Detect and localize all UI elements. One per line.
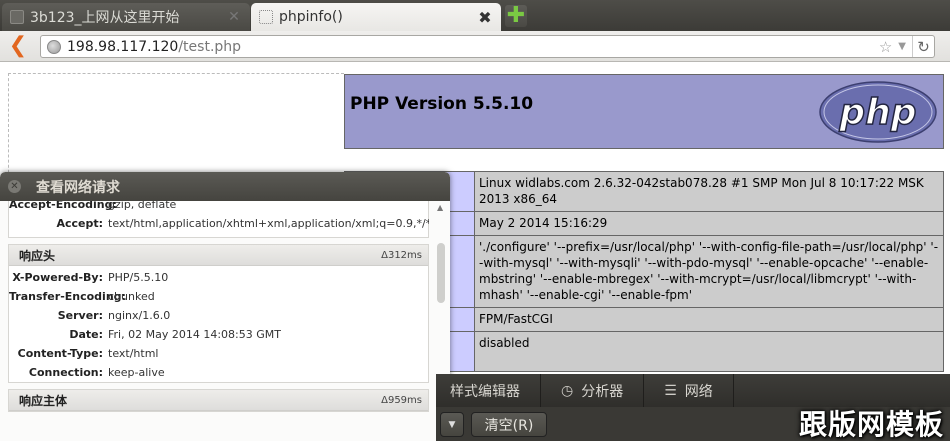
- bookmark-star-icon[interactable]: ☆: [879, 38, 892, 56]
- tab-3b123[interactable]: 3b123_上网从这里开始 ✕: [2, 3, 250, 31]
- response-body-section: 响应主体 Δ959ms: [8, 389, 429, 412]
- header-value: nginx/1.6.0: [108, 309, 171, 322]
- clock-icon: ◷: [561, 382, 574, 399]
- filter-dropdown-button[interactable]: ▼: [440, 412, 464, 437]
- tab-title: 3b123_上网从这里开始: [30, 10, 180, 26]
- row-value: May 2 2014 15:16:29: [474, 211, 944, 236]
- php-header: PHP Version 5.5.10 php: [344, 74, 944, 149]
- tab-label: 样式编辑器: [450, 383, 520, 400]
- header-row: X-Powered-By: PHP/5.5.10: [9, 268, 428, 287]
- selection-outline: [8, 73, 344, 183]
- tab-label: 分析器: [581, 383, 624, 400]
- header-row: Accept: text/html,application/xhtml+xml,…: [9, 214, 429, 233]
- close-icon[interactable]: ✖: [477, 8, 493, 27]
- tab-label: 网络: [684, 383, 713, 400]
- header-value: PHP/5.5.10: [108, 271, 169, 284]
- section-header[interactable]: 响应主体 Δ959ms: [9, 390, 428, 411]
- close-icon[interactable]: ✕: [226, 9, 242, 25]
- tab-style-editor[interactable]: 样式编辑器: [436, 374, 541, 407]
- section-title: 响应主体: [19, 393, 68, 408]
- tab-title: phpinfo(): [279, 9, 343, 25]
- panel-titlebar: ✕ 查看网络请求: [0, 172, 450, 201]
- reload-icon[interactable]: ↻: [912, 36, 934, 57]
- header-value: gzip, deflate: [108, 201, 177, 211]
- panel-body: Accept-Encoding: gzip, deflate Accept: t…: [8, 201, 429, 441]
- network-request-panel: ✕ 查看网络请求 Accept-Encoding: gzip, deflate …: [0, 172, 450, 441]
- php-logo-text: php: [838, 92, 916, 133]
- row-value: './configure' '--prefix=/usr/local/php' …: [474, 235, 944, 308]
- row-value: FPM/FastCGI: [474, 307, 944, 332]
- scroll-thumb[interactable]: [437, 243, 445, 303]
- url-path: /test.php: [178, 38, 242, 55]
- row-value: disabled: [474, 331, 944, 372]
- tab-network[interactable]: ☰ 网络: [644, 374, 734, 407]
- plus-icon: ✚: [506, 3, 526, 28]
- url-host: 198.98.117.120: [67, 38, 179, 55]
- chevron-down-icon: ▼: [448, 419, 456, 430]
- header-key: Connection:: [28, 366, 103, 379]
- navigation-bar: ❮ 198.98.117.120 /test.php ☆ ▼ ↻: [0, 31, 950, 62]
- page-icon: [259, 10, 273, 24]
- php-version-title: PHP Version 5.5.10: [350, 94, 534, 114]
- header-key: Transfer-Encoding:: [9, 290, 126, 303]
- header-row: Connection: keep-alive: [9, 363, 428, 382]
- request-headers-section: Accept-Encoding: gzip, deflate Accept: t…: [8, 201, 429, 238]
- page-icon: [10, 10, 24, 24]
- header-key: Server:: [57, 309, 103, 322]
- header-value: chunked: [108, 290, 155, 303]
- header-key: Accept:: [56, 217, 103, 230]
- tab-profiler[interactable]: ◷ 分析器: [541, 374, 645, 407]
- header-row: Transfer-Encoding: chunked: [9, 287, 428, 306]
- header-row: Accept-Encoding: gzip, deflate: [9, 201, 428, 214]
- globe-icon: [47, 39, 61, 54]
- header-key: Content-Type:: [17, 347, 103, 360]
- section-delta: Δ959ms: [381, 394, 422, 406]
- new-tab-button[interactable]: ✚: [505, 5, 527, 27]
- network-icon: ☰: [664, 382, 677, 399]
- header-value: text/html: [108, 347, 159, 360]
- dropdown-arrow-icon[interactable]: ▼: [898, 41, 906, 52]
- section-delta: Δ312ms: [381, 249, 422, 261]
- tab-phpinfo[interactable]: phpinfo() ✖: [251, 3, 501, 31]
- header-row: Date: Fri, 02 May 2014 14:08:53 GMT: [9, 325, 428, 344]
- header-key: Accept-Encoding:: [9, 201, 117, 211]
- header-key: X-Powered-By:: [12, 271, 103, 284]
- back-button[interactable]: ❮: [7, 35, 29, 57]
- browser-window: { "tabs": [ {"title": "3b123_上网从这里开始", "…: [0, 0, 950, 441]
- scroll-up-icon[interactable]: ▲: [437, 203, 443, 212]
- watermark: 跟版网模板: [798, 408, 944, 441]
- close-icon[interactable]: ✕: [8, 180, 21, 193]
- address-bar[interactable]: 198.98.117.120 /test.php ☆ ▼ ↻: [40, 35, 935, 58]
- row-value: Linux widlabs.com 2.6.32-042stab078.28 #…: [474, 171, 944, 212]
- response-headers-section: 响应头 Δ312ms X-Powered-By: PHP/5.5.10 Tran…: [8, 244, 429, 383]
- header-value: text/html,application/xhtml+xml,applicat…: [108, 217, 429, 230]
- header-row: Server: nginx/1.6.0: [9, 306, 428, 325]
- header-value: keep-alive: [108, 366, 165, 379]
- section-header[interactable]: 响应头 Δ312ms: [9, 245, 428, 266]
- panel-title: 查看网络请求: [36, 179, 120, 196]
- header-value: Fri, 02 May 2014 14:08:53 GMT: [108, 328, 281, 341]
- php-logo: php: [819, 81, 937, 143]
- section-title: 响应头: [19, 248, 56, 263]
- header-key: Date:: [69, 328, 103, 341]
- clear-button[interactable]: 清空(R): [471, 412, 547, 437]
- header-row: Content-Type: text/html: [9, 344, 428, 363]
- tab-bar: 3b123_上网从这里开始 ✕ phpinfo() ✖ ✚: [0, 0, 950, 31]
